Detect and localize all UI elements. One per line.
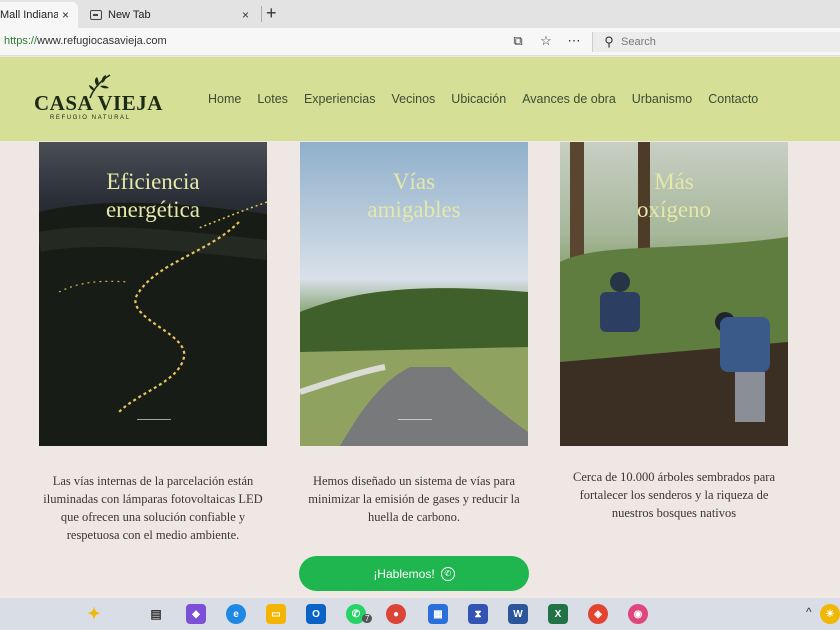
card-title-line: energética <box>105 197 201 222</box>
close-tab-icon[interactable]: × <box>62 8 69 22</box>
feature-card-roads[interactable]: Vías amigables <box>300 142 528 446</box>
card-title: Vías amigables <box>300 168 528 224</box>
notification-badge: 7 <box>362 614 373 623</box>
slide-indicator <box>398 419 432 420</box>
search-input[interactable]: ⚲ Search <box>592 32 840 52</box>
file-explorer-icon[interactable]: ▭ <box>266 604 286 624</box>
chrome-icon[interactable]: ● <box>386 604 406 624</box>
store-icon[interactable]: ▦ <box>428 604 448 624</box>
close-tab-icon[interactable]: × <box>242 8 249 22</box>
more-options-icon[interactable]: ⋯ <box>566 33 582 49</box>
feature-card-energy[interactable]: Eficiencia energética <box>39 142 267 446</box>
brave-browser-icon[interactable]: ◈ <box>588 604 608 624</box>
address-bar: https://www.refugiocasavieja.com ⧉ ☆ ⋯ ⚲… <box>0 28 840 56</box>
url-domain: www.refugiocasavieja.com <box>37 35 167 47</box>
tab-new-tab[interactable]: New Tab × <box>84 2 260 28</box>
new-tab-button[interactable]: + <box>266 3 277 23</box>
search-placeholder: Search <box>621 36 656 48</box>
chevron-up-icon[interactable]: ^ <box>806 605 812 619</box>
logo-text: CASA VIEJA <box>34 91 163 115</box>
card-title: Más oxígeno <box>560 168 788 224</box>
whatsapp-contact-button[interactable]: ¡Hablemos! ✆ <box>299 556 529 591</box>
card-title-line: oxígeno <box>636 197 712 222</box>
card-title-line: amigables <box>367 197 461 222</box>
tab-mall-indiana[interactable]: Mall Indiana × <box>0 2 78 28</box>
card-description: Las vías internas de la parcelación está… <box>43 474 263 542</box>
url-field[interactable]: https://www.refugiocasavieja.com <box>4 35 167 47</box>
nav-home[interactable]: Home <box>208 92 241 106</box>
photos-app-icon[interactable]: ◉ <box>628 604 648 624</box>
os-taskbar: ✦ ▤ ◆ e ▭ O ✆ 7 ● ▦ ⧗ W X ◈ ◉ ^ ☀ <box>0 598 840 630</box>
tab-title: New Tab <box>108 9 151 21</box>
copilot-icon[interactable]: ◆ <box>186 604 206 624</box>
translate-icon[interactable]: ⧉ <box>510 33 526 49</box>
nav-contacto[interactable]: Contacto <box>708 92 758 106</box>
tab-title: Mall Indiana <box>0 9 58 21</box>
site-logo[interactable]: CASA VIEJA REFUGIO NATURAL <box>34 73 162 125</box>
nav-ubicacion[interactable]: Ubicación <box>451 92 506 106</box>
search-icon: ⚲ <box>604 34 614 49</box>
address-bar-actions: ⧉ ☆ ⋯ <box>510 33 582 49</box>
card-title: Eficiencia energética <box>39 168 267 224</box>
card-title-line: Vías <box>392 169 436 194</box>
slide-indicator <box>137 419 171 420</box>
nav-lotes[interactable]: Lotes <box>257 92 288 106</box>
excel-icon[interactable]: X <box>548 604 568 624</box>
nav-avances-de-obra[interactable]: Avances de obra <box>522 92 616 106</box>
whatsapp-icon: ✆ <box>440 566 455 581</box>
feature-card-oxygen[interactable]: Más oxígeno <box>560 142 788 446</box>
nav-experiencias[interactable]: Experiencias <box>304 92 376 106</box>
site-header: CASA VIEJA REFUGIO NATURAL Home Lotes Ex… <box>0 57 840 141</box>
outlook-icon[interactable]: O <box>306 604 326 624</box>
nav-vecinos[interactable]: Vecinos <box>392 92 436 106</box>
copilot-sparkle-icon[interactable]: ✦ <box>84 604 104 624</box>
url-protocol: https:// <box>4 35 38 47</box>
card-description: Hemos diseñado un sistema de vías para m… <box>308 474 520 524</box>
weather-icon[interactable]: ☀ <box>820 604 840 624</box>
edge-browser-icon[interactable]: e <box>226 604 246 624</box>
cta-label: ¡Hablemos! <box>373 566 435 581</box>
browser-tab-bar: Mall Indiana × New Tab × + <box>0 0 840 28</box>
favorite-star-icon[interactable]: ☆ <box>538 33 554 49</box>
nav-urbanismo[interactable]: Urbanismo <box>632 92 692 106</box>
main-nav: Home Lotes Experiencias Vecinos Ubicació… <box>208 92 774 106</box>
tool-app-icon[interactable]: ⧗ <box>468 604 488 624</box>
tab-divider <box>261 6 262 22</box>
new-tab-page-icon <box>90 10 102 20</box>
card-title-line: Eficiencia <box>106 169 200 194</box>
card-title-line: Más <box>654 169 694 194</box>
task-view-icon[interactable]: ▤ <box>146 604 166 624</box>
word-icon[interactable]: W <box>508 604 528 624</box>
logo-tagline: REFUGIO NATURAL <box>50 115 131 121</box>
card-description: Cerca de 10.000 árboles sembrados para f… <box>572 470 775 520</box>
